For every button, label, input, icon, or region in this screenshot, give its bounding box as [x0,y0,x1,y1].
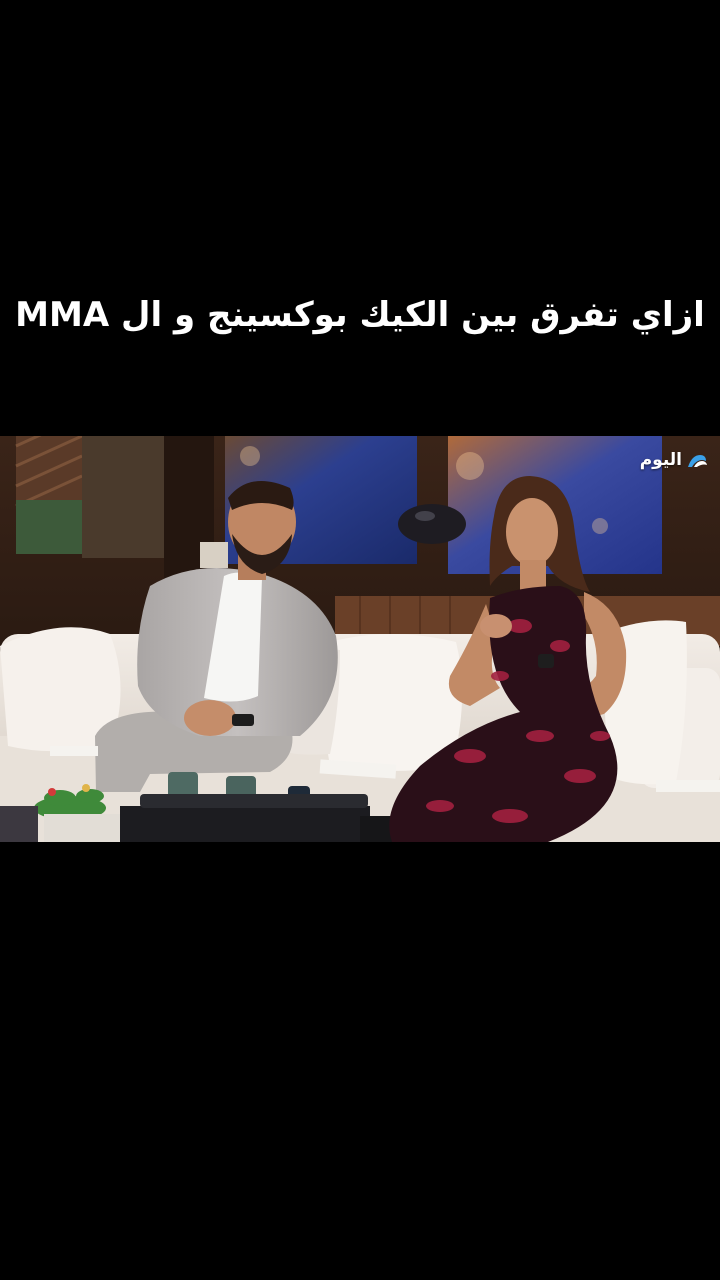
studio-scene-image [0,436,720,842]
channel-wave-icon [688,455,707,467]
video-frame[interactable]: اليوم [0,436,720,842]
channel-logo-text: اليوم [639,450,682,470]
video-caption: ازاي تفرق بين الكيك بوكسينج و ال MMA [15,295,705,335]
channel-logo: اليوم [640,450,708,470]
